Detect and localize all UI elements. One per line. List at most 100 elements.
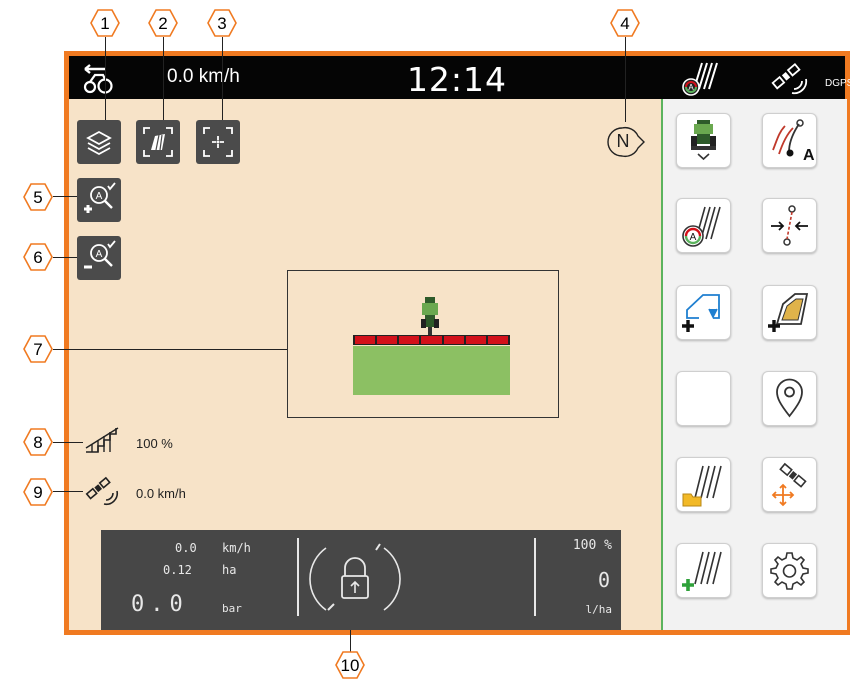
callout-8: 8 bbox=[23, 427, 53, 457]
top-status-bar: 0.0 km/h 12:14 A DGPS bbox=[69, 56, 853, 99]
create-boundary-button[interactable] bbox=[676, 285, 731, 340]
dash-rate-percent: 100 % bbox=[572, 538, 612, 553]
svg-text:A: A bbox=[690, 232, 697, 243]
svg-text:A: A bbox=[803, 147, 815, 164]
callout-leader-7 bbox=[53, 349, 287, 350]
settings-button[interactable] bbox=[762, 543, 817, 598]
coverage-percent: 100 % bbox=[136, 436, 173, 451]
zoom-in-icon: A bbox=[84, 182, 116, 213]
callout-4: 4 bbox=[610, 8, 640, 38]
callout-5-label: 5 bbox=[33, 188, 43, 207]
layers-button[interactable] bbox=[77, 120, 121, 164]
callout-10: 10 bbox=[335, 650, 365, 680]
svg-text:A: A bbox=[96, 191, 103, 202]
center-position-button[interactable] bbox=[196, 120, 240, 164]
field-view-icon bbox=[143, 127, 173, 157]
boom-section bbox=[487, 336, 508, 344]
dash-pressure-unit: bar bbox=[222, 602, 242, 615]
callout-4-label: 4 bbox=[620, 14, 630, 33]
tractor-view-icon bbox=[691, 120, 716, 161]
callout-3-label: 3 bbox=[217, 14, 227, 33]
covered-field-area bbox=[353, 346, 510, 395]
dash-pressure-value: 0.0 bbox=[131, 592, 189, 617]
field-folder-icon bbox=[682, 465, 722, 507]
callout-6-label: 6 bbox=[33, 248, 43, 267]
callout-leader-3 bbox=[222, 37, 223, 120]
compass[interactable]: N bbox=[606, 122, 656, 162]
auto-section-control-icon: A bbox=[682, 206, 721, 247]
create-headland-button[interactable] bbox=[762, 285, 817, 340]
callout-leader-9 bbox=[53, 491, 83, 492]
callout-7-label: 7 bbox=[33, 340, 43, 359]
callout-2: 2 bbox=[148, 8, 178, 38]
callout-7: 7 bbox=[23, 334, 53, 364]
callout-6: 6 bbox=[23, 242, 53, 272]
new-boundary-icon bbox=[682, 294, 720, 332]
boom-section bbox=[355, 336, 376, 344]
lock-gauge-icon bbox=[309, 543, 401, 611]
dash-rate-unit: l/ha bbox=[585, 603, 613, 616]
callout-2-label: 2 bbox=[158, 14, 168, 33]
zoom-in-button[interactable]: A bbox=[77, 178, 121, 222]
gps-mode-label: DGPS bbox=[825, 78, 854, 89]
callout-leader-5 bbox=[53, 196, 77, 197]
dash-area-unit: ha bbox=[222, 563, 237, 577]
callout-leader-8 bbox=[53, 442, 83, 443]
guidance-line-a-button[interactable]: A bbox=[762, 113, 817, 168]
guidance-shift-button[interactable] bbox=[762, 198, 817, 253]
callout-5: 5 bbox=[23, 182, 53, 212]
guidance-a-icon: A bbox=[772, 119, 815, 164]
location-pin-icon bbox=[776, 378, 803, 418]
svg-text:A: A bbox=[688, 83, 694, 92]
boom-section bbox=[443, 336, 464, 344]
boom-section bbox=[421, 336, 442, 344]
tractor-icon bbox=[421, 297, 439, 335]
field-view-button[interactable] bbox=[136, 120, 180, 164]
callout-1-label: 1 bbox=[100, 14, 110, 33]
new-field-button[interactable] bbox=[676, 543, 731, 598]
callout-1: 1 bbox=[90, 8, 120, 38]
callout-10-label: 10 bbox=[340, 656, 360, 675]
application-rate-icon bbox=[85, 427, 119, 453]
empty-slot-button[interactable] bbox=[676, 371, 731, 426]
gps-speed: 0.0 km/h bbox=[136, 486, 186, 501]
boom-sections bbox=[355, 336, 508, 344]
sprayer-dashboard: 0.0 km/h 0.12 ha 0.0 bar 100 % 0 l/ha bbox=[101, 530, 621, 630]
machine-overview bbox=[287, 270, 559, 418]
svg-text:A: A bbox=[96, 249, 103, 260]
callout-leader-6 bbox=[53, 257, 77, 258]
dash-speed-value: 0.0 bbox=[175, 541, 197, 555]
satellite-icon bbox=[771, 63, 808, 95]
line-shift-icon bbox=[771, 205, 808, 246]
callout-3: 3 bbox=[207, 8, 237, 38]
callout-leader-4 bbox=[625, 37, 626, 122]
shift-gps-button[interactable] bbox=[762, 457, 817, 512]
open-field-button[interactable] bbox=[676, 457, 731, 512]
boom-section bbox=[377, 336, 398, 344]
clock: 12:14 bbox=[406, 60, 508, 99]
callout-9-label: 9 bbox=[33, 483, 43, 502]
zoom-out-icon: A bbox=[84, 240, 116, 269]
satellite-move-icon bbox=[771, 462, 807, 507]
dash-rate-value: 0 bbox=[597, 568, 610, 592]
dash-speed-unit: km/h bbox=[222, 541, 251, 555]
dash-divider-left bbox=[297, 538, 299, 616]
boom-section bbox=[465, 336, 486, 344]
gps-speed-icon bbox=[85, 476, 119, 506]
layers-icon bbox=[86, 130, 112, 156]
compass-north-label: N bbox=[616, 131, 630, 151]
auto-section-control-button[interactable]: A bbox=[676, 198, 731, 253]
headland-icon bbox=[768, 293, 809, 332]
zoom-out-button[interactable]: A bbox=[77, 236, 121, 280]
crosshair-icon bbox=[203, 127, 233, 157]
boom-section bbox=[399, 336, 420, 344]
callout-8-label: 8 bbox=[33, 433, 43, 452]
new-field-icon bbox=[682, 551, 722, 591]
dash-area-value: 0.12 bbox=[163, 563, 192, 577]
callout-leader-2 bbox=[163, 37, 164, 120]
callout-leader-1 bbox=[105, 37, 106, 120]
set-marker-button[interactable] bbox=[762, 371, 817, 426]
auto-section-icon: A bbox=[682, 62, 718, 96]
gear-icon bbox=[770, 552, 809, 590]
machine-view-button[interactable] bbox=[676, 113, 731, 168]
